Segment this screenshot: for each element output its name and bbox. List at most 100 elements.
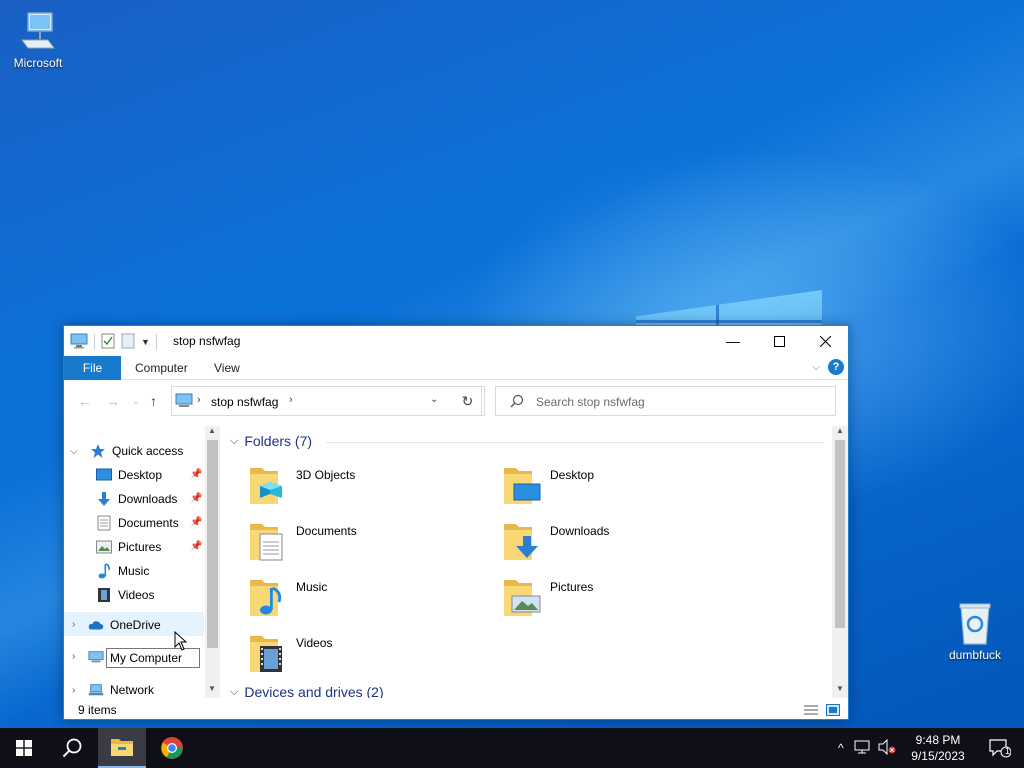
scrollbar-thumb[interactable] (207, 440, 218, 648)
taskbar-chrome[interactable] (148, 728, 196, 768)
details-view-icon[interactable] (804, 704, 818, 719)
computer-icon (175, 393, 193, 412)
folder-name: Videos (296, 636, 333, 650)
expand-chevron-icon[interactable]: › (72, 685, 75, 696)
desktop-icon-recycle-bin[interactable]: dumbfuck (937, 602, 1013, 662)
cloud-icon (88, 617, 104, 633)
folder-item[interactable]: Music (248, 574, 498, 624)
customize-toolbar-chevron-icon[interactable]: ▼ (141, 337, 150, 347)
collapse-chevron-icon[interactable]: ⌵ (70, 446, 78, 457)
file-explorer-icon (111, 739, 133, 756)
pin-icon[interactable]: 📌 (190, 469, 202, 480)
scrollbar-thumb[interactable] (835, 440, 845, 628)
recent-locations-chevron-icon[interactable]: ⌄ (132, 396, 140, 407)
clock[interactable]: 9:48 PM 9/15/2023 (900, 732, 976, 764)
expand-chevron-icon[interactable]: › (72, 619, 75, 630)
pin-icon[interactable]: 📌 (190, 541, 202, 552)
search-icon (62, 738, 82, 758)
sidebar-item-label: Documents (118, 516, 179, 530)
back-arrow-icon[interactable]: ← (78, 393, 92, 409)
navigation-pane-scrollbar[interactable]: ▲ ▼ (205, 426, 220, 698)
picture-icon (96, 539, 112, 555)
folder-item[interactable]: Videos (248, 630, 498, 680)
desktop-icon-label: Microsoft (13, 56, 63, 70)
sidebar-item-onedrive[interactable]: OneDrive (88, 614, 161, 636)
status-bar: 9 items (64, 702, 848, 720)
collapse-chevron-icon[interactable]: ⌵ (230, 435, 238, 448)
expand-ribbon-chevron-icon[interactable]: ⌵ (812, 362, 820, 373)
system-tray: ^ (838, 728, 896, 768)
desktop-icon-microsoft[interactable]: Microsoft (0, 10, 76, 70)
pin-icon[interactable]: 📌 (190, 493, 202, 504)
sidebar-item-videos[interactable]: Videos (96, 584, 154, 606)
document-icon (96, 515, 112, 531)
collapse-chevron-icon[interactable]: ⌵ (230, 686, 238, 699)
large-icons-view-icon[interactable] (826, 703, 840, 720)
help-button[interactable]: ? (828, 359, 844, 375)
search-box[interactable]: Search stop nsfwfag (495, 386, 836, 416)
sidebar-item-downloads[interactable]: Downloads (96, 488, 177, 510)
folder-item[interactable]: Pictures (502, 574, 752, 624)
folder-item[interactable]: Desktop (502, 462, 752, 512)
group-header-folders[interactable]: ⌵ Folders (7) (230, 433, 312, 449)
expand-chevron-icon[interactable]: › (72, 651, 75, 662)
folder-item[interactable]: Downloads (502, 518, 752, 568)
tab-computer[interactable]: Computer (123, 356, 200, 380)
sidebar-item-label: OneDrive (110, 618, 161, 632)
scroll-up-icon[interactable]: ▲ (208, 426, 216, 435)
folder-videos-icon (250, 636, 282, 672)
folder-item[interactable]: Documents (248, 518, 498, 568)
tab-file[interactable]: File (64, 356, 121, 380)
tab-view[interactable]: View (202, 356, 252, 380)
sidebar-item-label: Desktop (118, 468, 163, 482)
refresh-button[interactable]: ↻ (454, 386, 482, 416)
up-arrow-icon[interactable]: ↑ (150, 393, 157, 409)
folder-item[interactable]: 3D Objects (248, 462, 498, 512)
breadcrumb-current[interactable]: stop nsfwfag (211, 395, 278, 409)
sidebar-item-documents[interactable]: Documents (96, 512, 179, 534)
close-icon (819, 335, 831, 347)
minimize-icon: — (726, 333, 740, 349)
content-scrollbar[interactable]: ▲ ▼ (832, 426, 848, 698)
scroll-down-icon[interactable]: ▼ (836, 684, 844, 693)
show-hidden-icons-chevron-icon[interactable]: ^ (838, 741, 844, 755)
close-button[interactable] (802, 326, 848, 356)
search-button[interactable] (48, 728, 96, 768)
forward-arrow-icon[interactable]: → (106, 393, 120, 409)
network-icon[interactable] (854, 740, 870, 757)
folder-name: 3D Objects (296, 468, 356, 482)
address-bar[interactable]: › stop nsfwfag › ⌄ (171, 386, 485, 416)
sidebar-item-label: Quick access (112, 444, 184, 458)
sidebar-item-label: Music (118, 564, 150, 578)
chrome-icon (161, 737, 183, 759)
breadcrumb-chevron-icon[interactable]: › (289, 394, 293, 406)
scroll-up-icon[interactable]: ▲ (836, 426, 844, 435)
divider (155, 334, 157, 350)
search-placeholder: Search stop nsfwfag (536, 395, 645, 409)
film-icon (96, 587, 112, 603)
properties-icon[interactable] (101, 333, 115, 352)
maximize-button[interactable] (756, 326, 802, 356)
ribbon-tabs: File Computer View ⌵ ? (64, 356, 848, 380)
start-button[interactable] (0, 728, 48, 768)
sidebar-item-quick-access[interactable]: Quick access (90, 440, 183, 462)
scroll-down-icon[interactable]: ▼ (208, 684, 216, 693)
breadcrumb-chevron-icon[interactable]: › (197, 394, 201, 406)
sidebar-item-label: Pictures (118, 540, 162, 554)
volume-muted-icon[interactable] (878, 738, 896, 758)
group-header-devices[interactable]: ⌵ Devices and drives (2) (230, 684, 384, 698)
taskbar-file-explorer[interactable] (98, 728, 146, 768)
new-folder-icon[interactable] (121, 333, 135, 352)
sidebar-item-network[interactable]: Network (88, 679, 154, 701)
address-dropdown-chevron-icon[interactable]: ⌄ (430, 394, 438, 405)
sidebar-item-label: Downloads (118, 492, 178, 506)
title-bar[interactable]: ▼ stop nsfwfag — (64, 326, 848, 356)
notification-count: 1 (1005, 746, 1011, 756)
pin-icon[interactable]: 📌 (190, 517, 202, 528)
sidebar-item-pictures[interactable]: Pictures (96, 536, 161, 558)
sidebar-item-music[interactable]: Music (96, 560, 149, 582)
sidebar-item-desktop[interactable]: Desktop (96, 464, 162, 486)
desktop-icon-label: dumbfuck (948, 648, 1002, 662)
action-center-button[interactable]: 1 (976, 728, 1024, 768)
minimize-button[interactable]: — (710, 326, 756, 356)
